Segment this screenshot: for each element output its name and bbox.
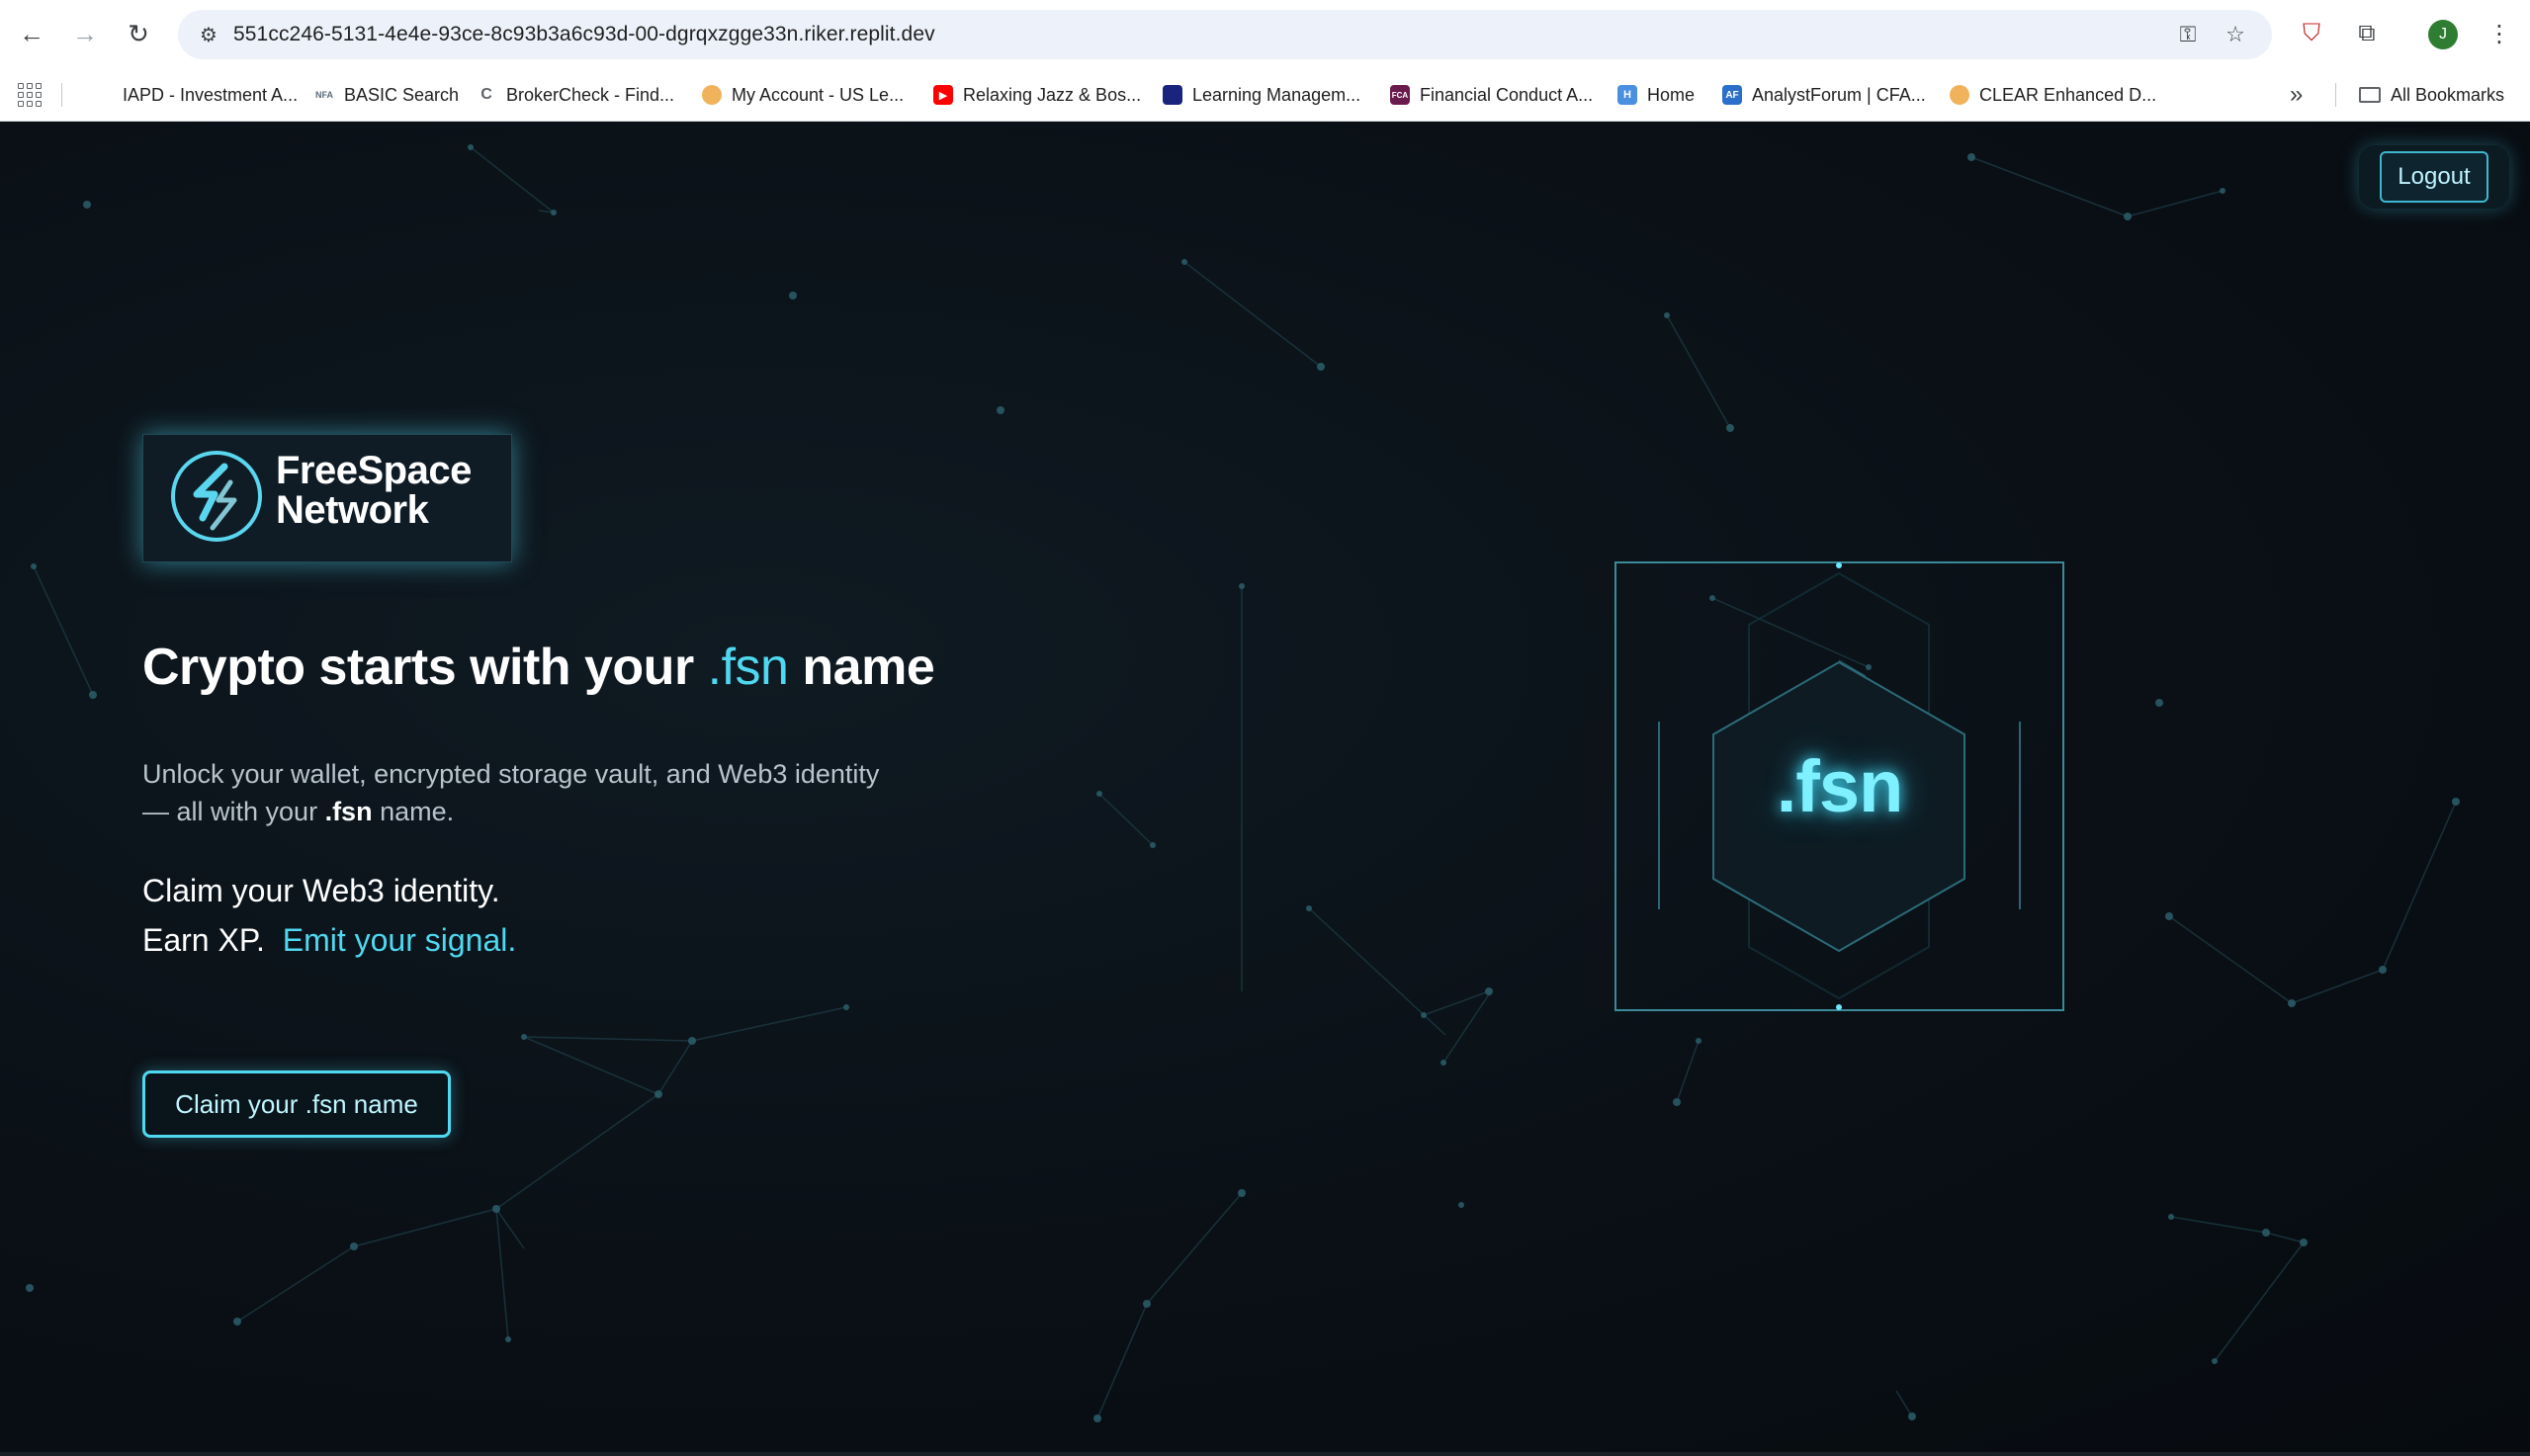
bookmark-item[interactable]: FCA Financial Conduct A...	[1390, 81, 1593, 109]
browser-toolbar: ← → ↻ ⚙ 551cc246-5131-4e4e-93ce-8c93b3a6…	[0, 0, 2530, 69]
youtube-favicon: ▶	[933, 85, 953, 105]
freespace-logo-icon	[171, 451, 262, 542]
landing-page: Logout FreeSpace Network Crypto starts w…	[0, 122, 2530, 1452]
bookmark-item[interactable]: Learning Managem...	[1163, 81, 1360, 109]
bookmark-item[interactable]: AF AnalystForum | CFA...	[1722, 81, 1926, 109]
reload-icon[interactable]: ↻	[121, 16, 156, 51]
tagline-line-2: Earn XP. Emit your signal.	[142, 915, 516, 965]
more-bookmarks-chevron-icon[interactable]: »	[2290, 81, 2303, 109]
home-favicon: H	[1617, 85, 1637, 105]
iapd-favicon	[93, 85, 113, 105]
extensions-puzzle-icon[interactable]: ⧉	[2349, 16, 2385, 51]
bookmark-label: Learning Managem...	[1192, 84, 1361, 105]
url-text[interactable]: 551cc246-5131-4e4e-93ce-8c93b3a6c93d-00-…	[233, 23, 935, 46]
bookmark-label: IAPD - Investment A...	[123, 84, 299, 105]
folder-icon	[2359, 87, 2381, 103]
fsn-badge-graphic: .fsn	[1614, 561, 2064, 1011]
menu-kebab-icon[interactable]: ⋮	[2482, 16, 2517, 51]
apps-grid-icon[interactable]	[14, 79, 45, 111]
usl-favicon	[702, 85, 722, 105]
bookmark-label: AnalystForum | CFA...	[1752, 84, 1926, 105]
bookmark-item[interactable]: ▶ Relaxing Jazz & Bos...	[933, 81, 1141, 109]
bookmark-label: Home	[1647, 84, 1696, 105]
extension-shield-icon[interactable]: ⛉	[2294, 16, 2329, 51]
subtitle-bold: .fsn	[324, 797, 373, 826]
subtitle-after: name.	[372, 797, 455, 826]
nfa-favicon: NFA	[314, 85, 334, 105]
page-subtitle: Unlock your wallet, encrypted storage va…	[142, 755, 894, 830]
tagline: Claim your Web3 identity. Earn XP. Emit …	[142, 866, 516, 965]
bookmark-label: CLEAR Enhanced D...	[1979, 84, 2157, 105]
page-headline: Crypto starts with your .fsn name	[142, 638, 935, 697]
bookmark-item[interactable]: C BrokerCheck - Find...	[477, 81, 674, 109]
bookmark-item[interactable]: IAPD - Investment A...	[93, 81, 298, 109]
forward-icon[interactable]: →	[67, 16, 103, 51]
logout-button[interactable]: Logout	[2359, 145, 2509, 209]
bookmark-label: Financial Conduct A...	[1420, 84, 1594, 105]
freespace-network-logo: FreeSpace Network	[142, 434, 512, 562]
headline-text-after: name	[788, 639, 935, 696]
bookmarks-bar: IAPD - Investment A... NFA BASIC Search …	[0, 69, 2530, 122]
bookmark-label: My Account - US Le...	[732, 84, 905, 105]
logout-label: Logout	[2380, 151, 2488, 203]
bookmark-item[interactable]: H Home	[1617, 81, 1695, 109]
subtitle-before: Unlock your wallet, encrypted storage va…	[142, 759, 880, 826]
bookmark-item[interactable]: CLEAR Enhanced D...	[1950, 81, 2156, 109]
claim-fsn-name-button[interactable]: Claim your .fsn name	[142, 1071, 451, 1138]
lms-favicon	[1163, 85, 1182, 105]
bookmarks-divider	[2335, 83, 2336, 107]
clear-favicon	[1950, 85, 1969, 105]
bookmark-item[interactable]: NFA BASIC Search	[314, 81, 459, 109]
bookmarks-divider	[61, 83, 62, 107]
fca-favicon: FCA	[1390, 85, 1410, 105]
address-bar[interactable]: ⚙ 551cc246-5131-4e4e-93ce-8c93b3a6c93d-0…	[178, 10, 2272, 59]
tagline-accent: Emit your signal.	[282, 922, 517, 958]
back-icon[interactable]: ←	[14, 16, 49, 51]
headline-accent: .fsn	[707, 639, 789, 696]
tagline-plain: Earn XP.	[142, 922, 265, 958]
logo-wordmark: FreeSpace Network	[276, 451, 472, 530]
all-bookmarks-button[interactable]: All Bookmarks	[2359, 81, 2504, 109]
bookmark-item[interactable]: My Account - US Le...	[702, 81, 904, 109]
site-info-icon[interactable]: ⚙	[192, 18, 225, 51]
bookmark-label: Relaxing Jazz & Bos...	[963, 84, 1142, 105]
bookmark-star-icon[interactable]: ☆	[2221, 20, 2250, 49]
logo-line-1: FreeSpace	[276, 449, 472, 492]
all-bookmarks-label: All Bookmarks	[2391, 84, 2505, 105]
page-bottom-border	[0, 1452, 2530, 1456]
profile-avatar[interactable]: J	[2428, 20, 2458, 49]
analystforum-favicon: AF	[1722, 85, 1742, 105]
headline-text-before: Crypto starts with your	[142, 639, 708, 696]
bookmark-label: BrokerCheck - Find...	[506, 84, 675, 105]
bookmark-label: BASIC Search	[344, 84, 460, 105]
fsn-badge-label: .fsn	[1776, 745, 1904, 827]
tagline-line-1: Claim your Web3 identity.	[142, 873, 500, 908]
brokercheck-favicon: C	[477, 85, 496, 105]
password-key-icon[interactable]: ⚿	[2173, 20, 2203, 49]
logo-line-2: Network	[276, 488, 429, 532]
